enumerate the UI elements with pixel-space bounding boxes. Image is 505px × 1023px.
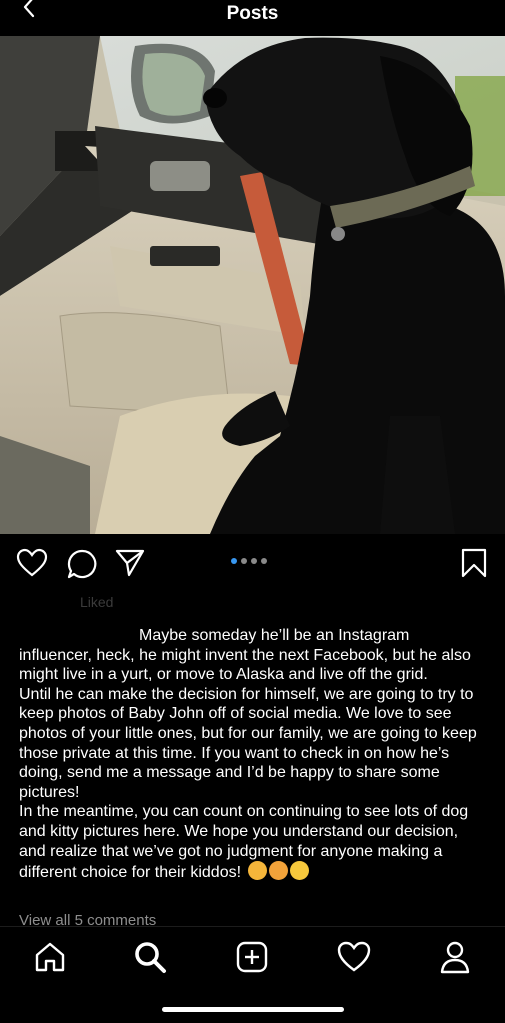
carousel-dot xyxy=(251,558,257,564)
carousel-dot xyxy=(231,558,237,564)
zany-face-emoji xyxy=(289,861,309,881)
view-all-comments-link[interactable]: View all 5 comments xyxy=(19,912,156,926)
post-caption: Maybe someday he’ll be an Instagram infl… xyxy=(19,626,489,883)
top-bar: Posts xyxy=(0,0,505,36)
bookmark-icon[interactable] xyxy=(461,548,487,578)
home-icon[interactable] xyxy=(32,939,68,975)
carousel-dot xyxy=(261,558,267,564)
profile-icon[interactable] xyxy=(437,939,473,975)
comment-icon[interactable] xyxy=(66,548,98,580)
post-image[interactable] xyxy=(0,36,505,534)
caption-paragraph-last: In the meantime, you can count on contin… xyxy=(19,803,469,882)
caption-paragraph: influencer, heck, he might invent the ne… xyxy=(19,646,471,684)
smiling-cat-emoji xyxy=(268,861,288,881)
bottom-tab-bar xyxy=(0,926,505,1023)
activity-heart-icon[interactable] xyxy=(336,939,372,975)
dog-photo xyxy=(0,36,505,534)
page-title: Posts xyxy=(226,3,279,24)
caption-line-first: Maybe someday he’ll be an Instagram xyxy=(139,627,410,644)
heart-icon[interactable] xyxy=(16,548,48,578)
post-actions xyxy=(0,534,505,592)
liked-by-row[interactable]: Liked xyxy=(18,592,498,618)
share-icon[interactable] xyxy=(114,548,146,578)
kissing-face-emoji xyxy=(247,861,267,881)
home-indicator[interactable] xyxy=(162,1007,344,1012)
caption-paragraph: Until he can make the decision for himse… xyxy=(19,685,477,801)
carousel-indicator xyxy=(231,558,271,566)
liked-label: Liked xyxy=(80,594,114,610)
new-post-icon[interactable] xyxy=(234,939,270,975)
search-icon[interactable] xyxy=(132,939,168,975)
carousel-dot xyxy=(241,558,247,564)
